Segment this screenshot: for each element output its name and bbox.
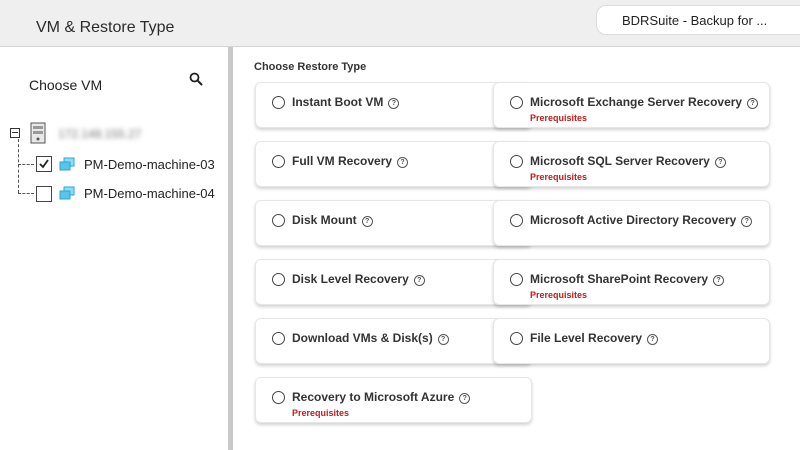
- help-icon[interactable]: ?: [647, 334, 659, 345]
- option-recovery-to-azure[interactable]: Recovery to Microsoft Azure? Prerequisit…: [255, 377, 532, 423]
- section-title: Choose Restore Type: [254, 61, 367, 73]
- vm-checkbox-checked[interactable]: [36, 156, 52, 172]
- search-button[interactable]: [187, 70, 205, 88]
- option-sql-recovery[interactable]: Microsoft SQL Server Recovery? Prerequis…: [493, 141, 770, 187]
- option-label: File Level Recovery: [530, 331, 643, 345]
- radio-button[interactable]: [510, 214, 523, 227]
- option-label: Recovery to Microsoft Azure: [292, 390, 455, 404]
- top-header: VM & Restore Type BDRSuite - Backup for …: [0, 0, 800, 47]
- option-active-directory-recovery[interactable]: Microsoft Active Directory Recovery?: [493, 200, 770, 246]
- restore-type-panel: Choose Restore Type Instant Boot VM? Mic…: [233, 47, 800, 450]
- prerequisites-link[interactable]: Prerequisites: [530, 172, 587, 182]
- option-download-vms-disks[interactable]: Download VMs & Disk(s)?: [255, 318, 532, 364]
- help-icon[interactable]: ?: [741, 216, 753, 227]
- option-label: Microsoft SQL Server Recovery: [530, 154, 710, 168]
- help-icon[interactable]: ?: [437, 334, 449, 345]
- option-label: Disk Level Recovery: [292, 272, 409, 286]
- radio-button[interactable]: [272, 96, 285, 109]
- choose-vm-title: Choose VM: [29, 77, 103, 93]
- help-icon[interactable]: ?: [388, 98, 400, 109]
- radio-button[interactable]: [272, 332, 285, 345]
- check-icon: [39, 159, 49, 169]
- server-icon: [30, 122, 46, 144]
- host-label[interactable]: 172.148.155.27: [58, 127, 141, 141]
- option-label: Microsoft Exchange Server Recovery: [530, 95, 743, 109]
- radio-button[interactable]: [272, 391, 285, 404]
- option-instant-boot-vm[interactable]: Instant Boot VM?: [255, 82, 532, 128]
- app-tab[interactable]: BDRSuite - Backup for ...: [596, 5, 800, 35]
- vm-checkbox[interactable]: [36, 186, 52, 202]
- radio-button[interactable]: [272, 273, 285, 286]
- option-label: Disk Mount: [292, 213, 357, 227]
- vm-item-label[interactable]: PM-Demo-machine-04: [84, 186, 215, 201]
- radio-button[interactable]: [510, 155, 523, 168]
- option-full-vm-recovery[interactable]: Full VM Recovery?: [255, 141, 532, 187]
- help-icon[interactable]: ?: [413, 275, 425, 286]
- vm-item-label[interactable]: PM-Demo-machine-03: [84, 157, 215, 172]
- collapse-minus-icon[interactable]: [10, 128, 20, 138]
- prerequisites-link[interactable]: Prerequisites: [292, 408, 349, 418]
- radio-button[interactable]: [510, 273, 523, 286]
- option-disk-mount[interactable]: Disk Mount?: [255, 200, 532, 246]
- option-exchange-recovery[interactable]: Microsoft Exchange Server Recovery? Prer…: [493, 82, 770, 128]
- choose-vm-panel: Choose VM 172.148.155.27 PM-Demo-machine…: [0, 47, 228, 450]
- radio-button[interactable]: [510, 96, 523, 109]
- prerequisites-link[interactable]: Prerequisites: [530, 290, 587, 300]
- help-icon[interactable]: ?: [713, 275, 725, 286]
- radio-button[interactable]: [272, 214, 285, 227]
- option-label: Microsoft SharePoint Recovery: [530, 272, 709, 286]
- help-icon[interactable]: ?: [397, 157, 409, 168]
- option-label: Instant Boot VM: [292, 95, 384, 109]
- option-disk-level-recovery[interactable]: Disk Level Recovery?: [255, 259, 532, 305]
- option-file-level-recovery[interactable]: File Level Recovery?: [493, 318, 770, 364]
- help-icon[interactable]: ?: [747, 98, 759, 109]
- help-icon[interactable]: ?: [714, 157, 726, 168]
- radio-button[interactable]: [510, 332, 523, 345]
- option-label: Microsoft Active Directory Recovery: [530, 213, 737, 227]
- option-label: Full VM Recovery: [292, 154, 393, 168]
- radio-button[interactable]: [272, 155, 285, 168]
- prerequisites-link[interactable]: Prerequisites: [530, 113, 587, 123]
- vm-icon: [59, 157, 75, 171]
- page-title: VM & Restore Type: [36, 19, 175, 36]
- help-icon[interactable]: ?: [361, 216, 373, 227]
- search-icon: [189, 72, 203, 86]
- vm-icon: [59, 186, 75, 200]
- tree-connector: [18, 164, 34, 165]
- option-sharepoint-recovery[interactable]: Microsoft SharePoint Recovery? Prerequis…: [493, 259, 770, 305]
- tree-connector: [18, 139, 19, 193]
- help-icon[interactable]: ?: [459, 393, 471, 404]
- option-label: Download VMs & Disk(s): [292, 331, 433, 345]
- tree-connector: [18, 193, 34, 194]
